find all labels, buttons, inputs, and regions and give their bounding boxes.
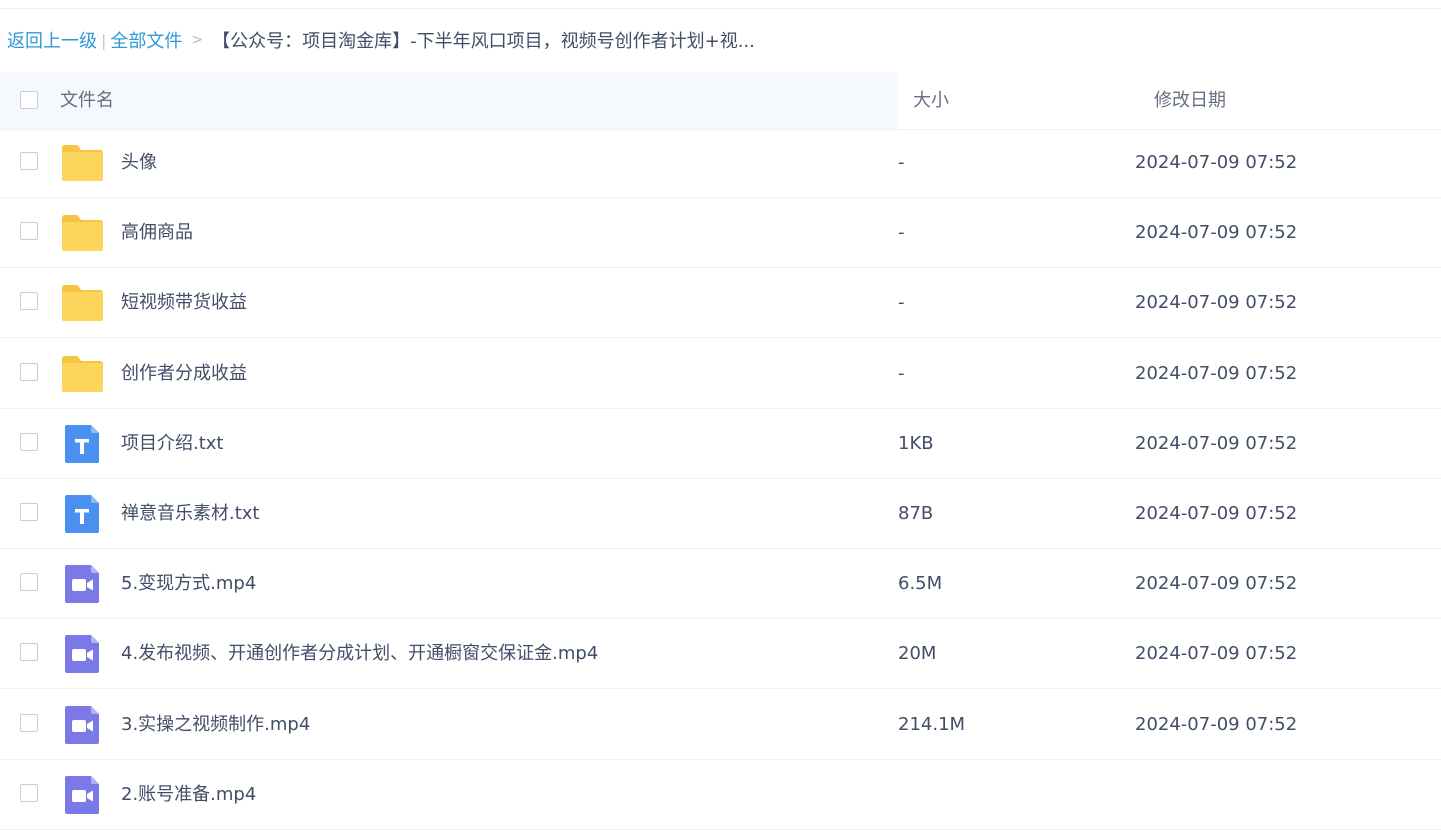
video-file-icon (61, 635, 104, 674)
row-checkbox[interactable] (20, 713, 38, 732)
file-modified-date: 2024-07-09 07:52 (1135, 713, 1298, 735)
file-name[interactable]: 5.变现方式.mp4 (121, 549, 256, 619)
column-header-name[interactable]: 文件名 (60, 72, 114, 129)
file-size: - (898, 152, 905, 173)
video-file-icon (61, 565, 104, 604)
file-row[interactable]: 项目介绍.txt 1KB 2024-07-09 07:52 (0, 409, 1441, 479)
file-row[interactable]: 高佣商品 - 2024-07-09 07:52 (0, 198, 1441, 269)
file-row[interactable]: 3.实操之视频制作.mp4 214.1M 2024-07-09 07:52 (0, 690, 1441, 760)
file-name[interactable]: 2.账号准备.mp4 (121, 760, 256, 830)
file-row[interactable]: 头像 - 2024-07-09 07:52 (0, 128, 1441, 198)
file-name[interactable]: 高佣商品 (121, 198, 193, 268)
file-size: 1KB (898, 432, 934, 454)
file-row[interactable]: 5.变现方式.mp4 6.5M 2024-07-09 07:52 (0, 549, 1441, 620)
select-all-checkbox[interactable] (20, 91, 38, 109)
file-size: - (898, 222, 905, 244)
file-name[interactable]: 3.实操之视频制作.mp4 (121, 690, 310, 760)
file-modified-date: 2024-07-09 07:52 (1135, 292, 1298, 314)
folder-icon (61, 214, 104, 252)
breadcrumb-separator: | (101, 30, 107, 50)
file-modified-date: 2024-07-09 07:52 (1135, 432, 1298, 454)
file-name[interactable]: 禅意音乐素材.txt (121, 479, 260, 549)
folder-icon (61, 284, 104, 322)
file-row[interactable]: 禅意音乐素材.txt 87B 2024-07-09 07:52 (0, 479, 1441, 549)
file-name[interactable]: 项目介绍.txt (121, 409, 224, 479)
file-size: 20M (898, 643, 937, 665)
breadcrumb: 返回上一级 | 全部文件 > 【公众号：项目淘金库】-下半年风口项目，视频号创作… (7, 26, 755, 54)
file-modified-date: 2024-07-09 07:52 (1135, 222, 1298, 244)
header-name-background (0, 72, 897, 129)
table-header: 文件名 大小 修改日期 (0, 72, 1441, 130)
file-name[interactable]: 创作者分成收益 (121, 339, 247, 409)
row-checkbox[interactable] (20, 573, 38, 592)
folder-icon (61, 144, 104, 182)
file-modified-date: 2024-07-09 07:52 (1135, 152, 1298, 173)
file-modified-date: 2024-07-09 07:52 (1135, 573, 1298, 595)
text-file-icon (61, 424, 104, 463)
file-size: - (898, 362, 905, 384)
file-row[interactable]: 短视频带货收益 - 2024-07-09 07:52 (0, 268, 1441, 339)
back-link[interactable]: 返回上一级 (7, 27, 97, 53)
file-row[interactable]: 创作者分成收益 - 2024-07-09 07:52 (0, 339, 1441, 409)
file-name[interactable]: 4.发布视频、开通创作者分成计划、开通橱窗交保证金.mp4 (121, 619, 598, 689)
file-size: 6.5M (898, 573, 943, 595)
column-header-date[interactable]: 修改日期 (1154, 72, 1226, 129)
text-file-icon (61, 495, 104, 533)
file-row[interactable]: 2.账号准备.mp4 (0, 760, 1441, 830)
file-modified-date: 2024-07-09 07:52 (1135, 362, 1298, 384)
row-checkbox[interactable] (20, 362, 38, 381)
video-file-icon (61, 705, 104, 744)
column-header-size[interactable]: 大小 (913, 72, 949, 129)
row-checkbox[interactable] (20, 783, 38, 802)
row-checkbox[interactable] (20, 292, 38, 311)
row-checkbox[interactable] (20, 222, 38, 241)
file-name[interactable]: 头像 (121, 128, 157, 198)
row-checkbox[interactable] (20, 432, 38, 451)
file-row[interactable]: 4.发布视频、开通创作者分成计划、开通橱窗交保证金.mp4 20M 2024-07-… (0, 619, 1441, 690)
row-checkbox[interactable] (20, 152, 38, 170)
row-checkbox[interactable] (20, 503, 38, 521)
top-divider (0, 8, 1441, 9)
current-folder-title: 【公众号：项目淘金库】-下半年风口项目，视频号创作者计划+视... (212, 31, 755, 52)
file-modified-date: 2024-07-09 07:52 (1135, 643, 1298, 665)
folder-icon (61, 355, 104, 393)
file-name[interactable]: 短视频带货收益 (121, 268, 247, 338)
video-file-icon (61, 775, 104, 814)
file-modified-date: 2024-07-09 07:52 (1135, 503, 1298, 524)
row-checkbox[interactable] (20, 643, 38, 662)
all-files-link[interactable]: 全部文件 (110, 27, 182, 53)
breadcrumb-arrow: > (191, 32, 204, 48)
file-size: 87B (898, 503, 934, 524)
file-size: 214.1M (898, 713, 966, 735)
file-size: - (898, 292, 905, 314)
